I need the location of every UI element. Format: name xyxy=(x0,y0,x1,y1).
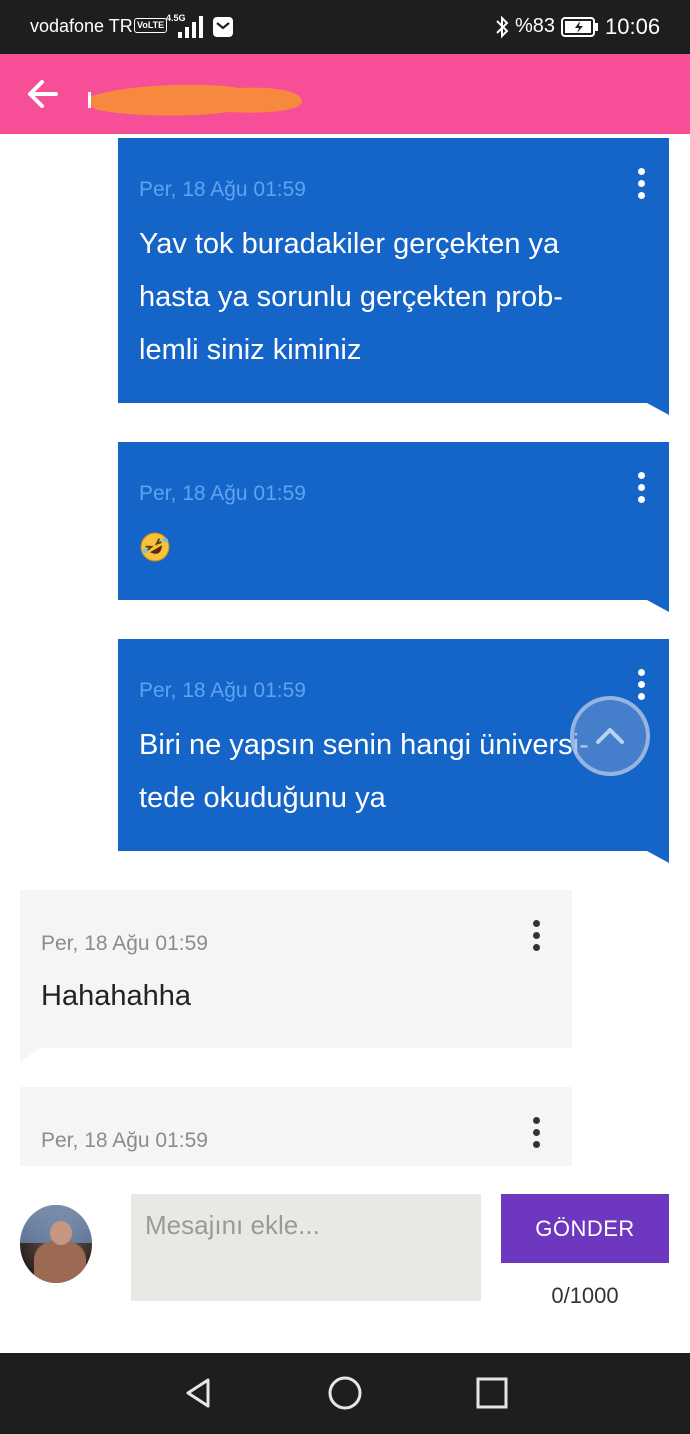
volte-badge: VoLTE xyxy=(134,18,168,33)
message-timestamp: Per, 18 Ağu 01:59 xyxy=(41,932,208,955)
carrier-name: vodafone TR xyxy=(30,16,133,36)
triangle-back-icon[interactable] xyxy=(180,1375,216,1411)
status-bar: vodafone TR VoLTE 4.5G %83 10:06 xyxy=(0,0,690,54)
bubble-tail xyxy=(647,851,669,863)
message-bubble-incoming: Per, 18 Ağu 01:59 xyxy=(20,1087,572,1166)
message-notification-icon xyxy=(213,17,233,37)
chevron-up-icon xyxy=(596,728,624,744)
scroll-to-top-button[interactable] xyxy=(570,696,650,776)
app-header xyxy=(0,54,690,134)
rolling-laughing-emoji-icon xyxy=(140,532,170,562)
bubble-tail xyxy=(20,1048,40,1062)
character-counter: 0/1000 xyxy=(551,1283,619,1308)
more-vertical-icon[interactable] xyxy=(530,920,542,958)
message-text: Hahahahha xyxy=(41,980,191,1012)
battery-charging-icon xyxy=(561,17,598,37)
message-composer: GÖNDER 0/1000 xyxy=(0,1166,690,1353)
message-bubble-outgoing: Per, 18 Ağu 01:59 Yav tok buradakiler ge… xyxy=(118,138,669,415)
message-input[interactable] xyxy=(131,1194,481,1301)
bluetooth-icon xyxy=(496,15,509,39)
message-text: Biri ne yapsın senin hangi üniversi- ted… xyxy=(139,729,589,814)
send-button[interactable]: GÖNDER xyxy=(501,1194,669,1263)
message-bubble-outgoing: Per, 18 Ağu 01:59 xyxy=(118,442,669,612)
message-timestamp: Per, 18 Ağu 01:59 xyxy=(41,1129,208,1152)
bubble-tail xyxy=(647,403,669,415)
message-timestamp: Per, 18 Ağu 01:59 xyxy=(139,482,306,505)
more-vertical-icon[interactable] xyxy=(530,1117,542,1155)
square-recents-icon[interactable] xyxy=(474,1375,510,1411)
clock: 10:06 xyxy=(605,14,661,39)
more-vertical-icon[interactable] xyxy=(635,472,647,510)
message-bubble-incoming: Per, 18 Ağu 01:59 Hahahahha xyxy=(20,890,572,1062)
more-vertical-icon[interactable] xyxy=(635,669,647,707)
signal-icon xyxy=(178,16,203,38)
more-vertical-icon[interactable] xyxy=(635,168,647,206)
message-text: Yav tok buradakiler gerçekten ya hasta y… xyxy=(139,228,563,366)
arrow-left-icon[interactable] xyxy=(22,74,62,114)
bubble-tail xyxy=(647,600,669,612)
chat-messages[interactable]: Per, 18 Ağu 01:59 Yav tok buradakiler ge… xyxy=(0,134,690,1166)
message-timestamp: Per, 18 Ağu 01:59 xyxy=(139,178,306,201)
message-timestamp: Per, 18 Ağu 01:59 xyxy=(139,679,306,702)
battery-percent: %83 xyxy=(515,15,556,37)
circle-home-icon[interactable] xyxy=(327,1375,363,1411)
system-navigation-bar xyxy=(0,1353,690,1434)
avatar xyxy=(20,1205,92,1283)
redacted-contact-name xyxy=(88,84,303,116)
